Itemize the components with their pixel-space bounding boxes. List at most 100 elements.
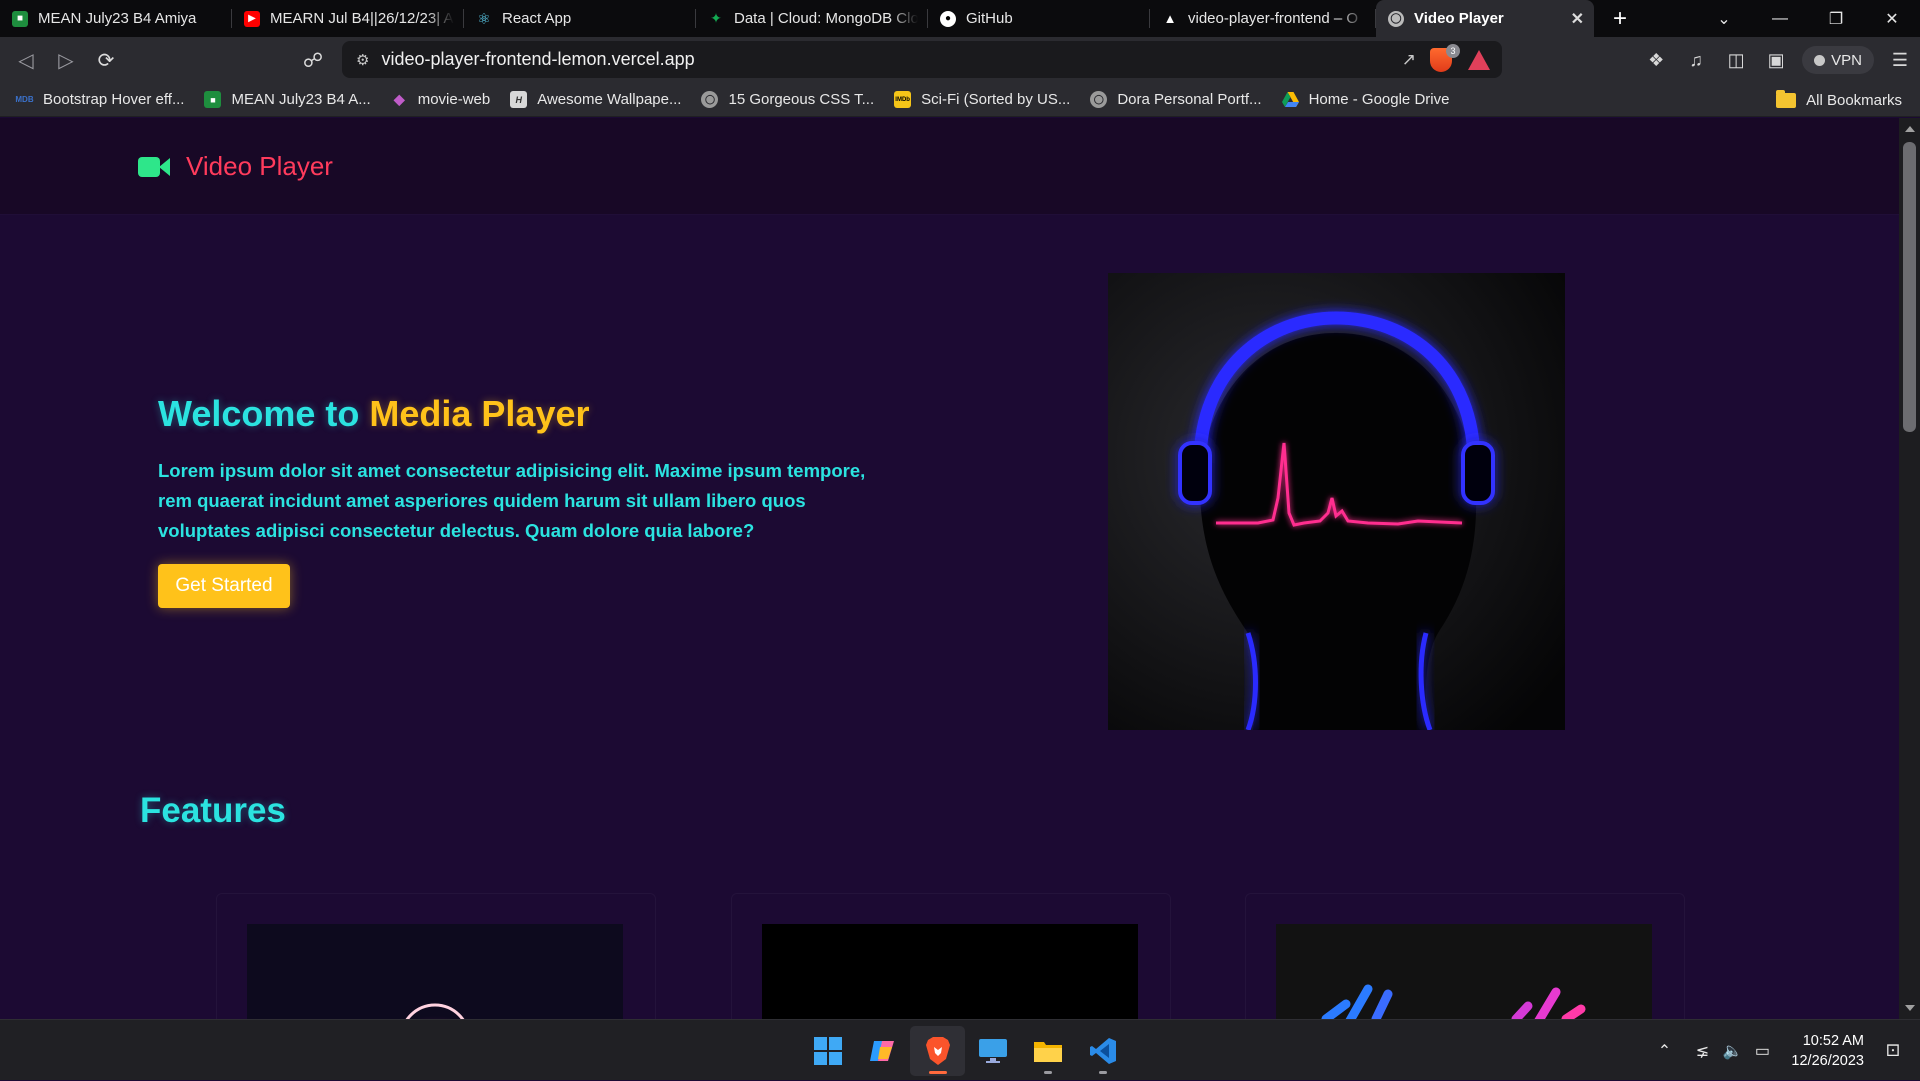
sidebar-icon[interactable]: ◫ [1716,40,1756,80]
reload-button[interactable]: ⟳ [86,40,126,80]
hero-title-prefix: Welcome to [158,393,370,434]
tab-title: video-player-frontend – O [1188,10,1359,27]
menu-icon[interactable]: ☰ [1880,40,1920,80]
close-window-icon[interactable]: ✕ [1864,0,1920,37]
share-icon[interactable]: ↗ [1402,50,1416,70]
bookmark-label: movie-web [417,91,491,108]
tab-title: GitHub [966,10,1013,27]
notification-bell-icon[interactable]: ⚀ [1878,1036,1908,1066]
bookmark-item[interactable]: ◆ movie-web [391,91,491,108]
scrollbar-thumb[interactable] [1903,142,1916,432]
tab-title: Data | Cloud: MongoDB Clo [734,10,918,27]
vpn-label: VPN [1831,51,1862,69]
bookmark-item[interactable]: Home - Google Drive [1281,91,1450,108]
system-tray: ⌃ ⪇ 🔈 ▭ 10:52 AM 12/26/2023 ⚀ [1649,1020,1920,1081]
react-icon: ⚛ [477,10,491,28]
tab-search-icon[interactable]: ⌄ [1696,0,1752,37]
browser-toolbar: ◁ ▷ ⟳ ☍ ⚙ video-player-frontend-lemon.ve… [0,37,1920,83]
brave-icon[interactable] [910,1025,965,1076]
youtube-icon: ▶ [244,10,260,27]
bookmark-item[interactable]: MDB Bootstrap Hover eff... [15,91,184,108]
browser-tab[interactable]: ▶ MEARN Jul B4||26/12/23| A [232,0,464,37]
forward-button[interactable]: ▷ [46,40,86,80]
browser-tab[interactable]: ⚛ React App [464,0,696,37]
wallet-icon[interactable]: ▣ [1756,40,1796,80]
bookmark-label: Sci-Fi (Sorted by US... [921,91,1071,108]
bookmarks-bar: MDB Bootstrap Hover eff... ■ MEAN July23… [0,83,1920,117]
bookmark-item[interactable]: ■ MEAN July23 B4 A... [204,91,371,108]
all-bookmarks-button[interactable]: All Bookmarks [1776,83,1902,117]
volume-icon[interactable]: 🔈 [1717,1036,1747,1066]
brand-title: Video Player [186,151,333,181]
bookmark-page-button[interactable]: ☍ [293,40,333,80]
bookmark-item[interactable]: IMDb Sci-Fi (Sorted by US... [894,91,1070,108]
windows-taskbar: ⌃ ⪇ 🔈 ▭ 10:52 AM 12/26/2023 ⚀ [0,1019,1920,1080]
site-brand[interactable]: Video Player [138,151,333,182]
desktop-icon[interactable] [965,1026,1020,1076]
window-controls: ⌄ — ❐ ✕ [1696,0,1920,37]
address-bar[interactable]: ⚙ video-player-frontend-lemon.vercel.app… [342,41,1502,78]
get-started-button[interactable]: Get Started [158,564,290,608]
extensions-icon[interactable]: ❖ [1636,40,1676,80]
globe-icon: ◯ [1090,91,1108,108]
clock-date: 12/26/2023 [1791,1052,1864,1069]
browser-tab[interactable]: ✦ Data | Cloud: MongoDB Clo [696,0,928,37]
classroom-icon: ■ [204,91,222,108]
site-settings-icon[interactable]: ⚙ [356,51,369,69]
back-button[interactable]: ◁ [6,40,46,80]
bookmark-label: MEAN July23 B4 A... [231,91,371,108]
features-heading: Features [140,791,286,830]
vpn-status-icon [1814,54,1826,66]
url-text[interactable]: video-player-frontend-lemon.vercel.app [381,49,1401,70]
scroll-down-arrow-icon[interactable] [1905,1005,1915,1011]
clock-time: 10:52 AM [1802,1032,1864,1049]
bookmark-label: Home - Google Drive [1308,91,1450,108]
browser-tab[interactable]: ● GitHub [928,0,1150,37]
page-scrollbar[interactable] [1899,118,1920,1019]
shield-count-badge: 3 [1446,43,1460,58]
page-viewport: Video Player Welcome to Media Player Lor… [0,118,1899,1019]
globe-icon: ◯ [701,91,719,108]
running-app-indicator [1043,1070,1052,1074]
browser-tab[interactable]: ▲ video-player-frontend – O [1150,0,1376,37]
tab-title: MEAN July23 B4 Amiya [38,10,197,27]
minimize-icon[interactable]: — [1752,0,1808,37]
active-app-indicator [928,1070,947,1074]
new-tab-button[interactable]: + [1594,0,1646,37]
vscode-icon[interactable] [1075,1026,1130,1076]
bookmark-label: Dora Personal Portf... [1117,91,1262,108]
brave-rewards-icon[interactable] [1468,49,1490,70]
chevron-up-icon[interactable]: ⌃ [1649,1036,1679,1066]
imdb-icon: IMDb [894,91,912,108]
feature-image [762,924,1138,1019]
bookmark-item[interactable]: H Awesome Wallpape... [510,91,681,108]
hero-title-highlight: Media Player [369,393,590,434]
close-tab-icon[interactable]: ✕ [1571,9,1584,29]
feature-card [216,893,656,1019]
battery-icon[interactable]: ▭ [1747,1036,1777,1066]
copilot-icon[interactable] [855,1026,910,1076]
bookmark-label: 15 Gorgeous CSS T... [728,91,875,108]
restore-icon[interactable]: ❐ [1808,0,1864,37]
wifi-icon[interactable]: ⪇ [1687,1036,1717,1066]
windows-start-icon[interactable] [800,1026,855,1076]
feature-image [1276,924,1652,1019]
bookmark-item[interactable]: ◯ 15 Gorgeous CSS T... [701,91,874,108]
browser-tab[interactable]: ■ MEAN July23 B4 Amiya [0,0,232,37]
scroll-up-arrow-icon[interactable] [1905,126,1915,132]
wallpaper-icon: H [510,91,528,108]
diamond-icon: ◆ [393,91,405,107]
browser-tab-active[interactable]: ◯ Video Player ✕ [1376,0,1594,37]
classroom-icon: ■ [12,10,28,27]
hero-image [1108,273,1565,730]
feature-card [731,893,1171,1019]
media-control-icon[interactable]: ♫ [1676,40,1716,80]
tab-title: React App [502,10,572,27]
brave-shields-icon[interactable]: 3 [1430,43,1460,72]
file-explorer-icon[interactable] [1020,1026,1075,1076]
vpn-button[interactable]: VPN [1802,46,1874,74]
bookmark-item[interactable]: ◯ Dora Personal Portf... [1090,91,1262,108]
system-clock[interactable]: 10:52 AM 12/26/2023 [1791,1031,1864,1071]
toolbar-right: ❖ ♫ ◫ ▣ VPN ☰ [1636,37,1920,83]
tab-title: Video Player [1414,10,1504,27]
